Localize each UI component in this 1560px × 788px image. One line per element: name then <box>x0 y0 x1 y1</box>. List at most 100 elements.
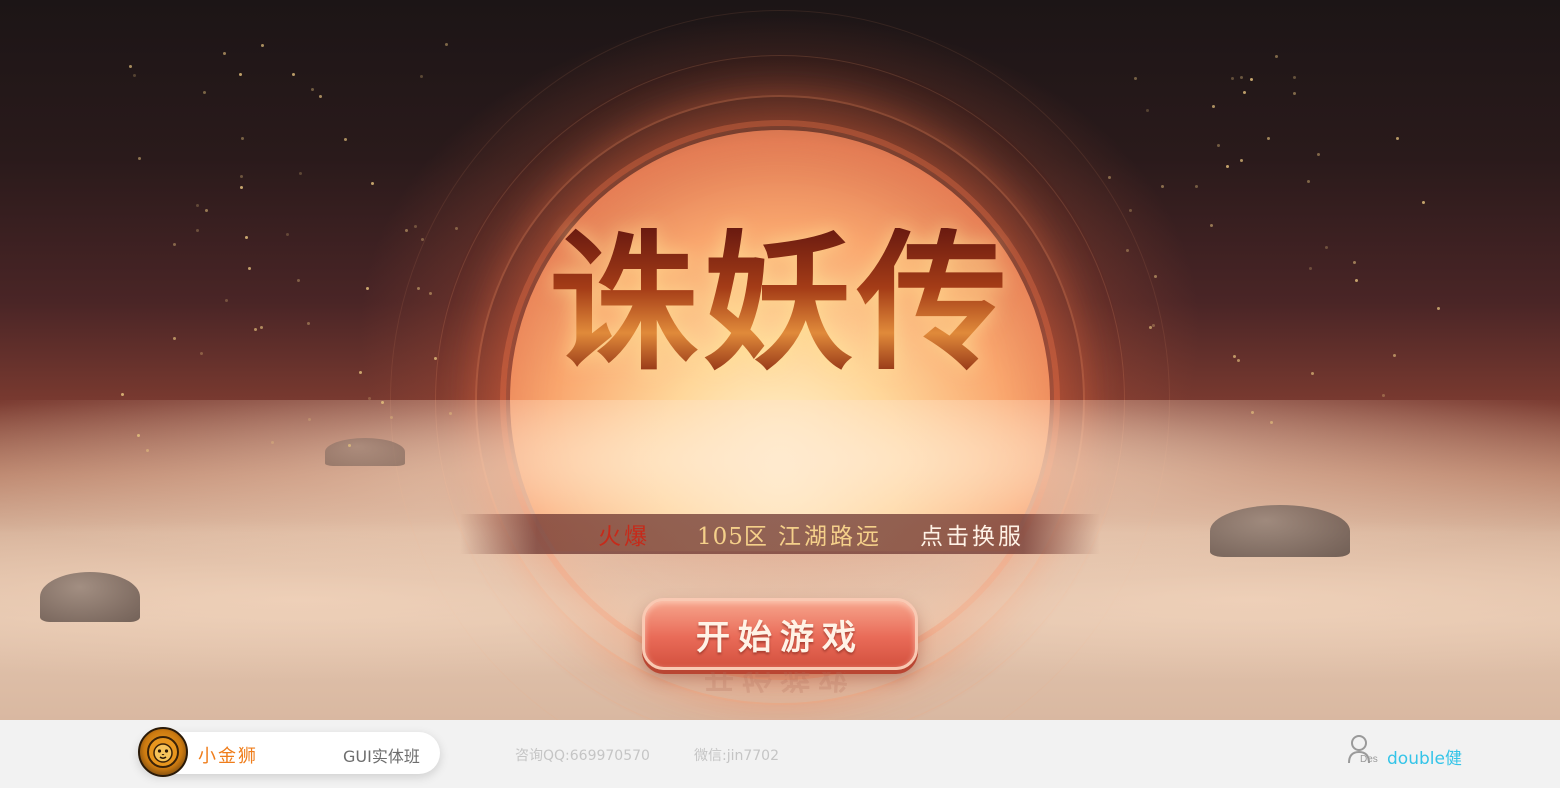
start-button-reflection: 开始游戏 <box>704 672 856 694</box>
sparkle <box>1152 324 1156 328</box>
sparkle <box>366 287 370 291</box>
sparkle <box>1226 165 1229 169</box>
sparkle <box>371 181 375 185</box>
sparkle <box>253 328 257 332</box>
sparkle <box>205 208 209 212</box>
sparkle <box>121 393 124 397</box>
sparkle <box>1108 175 1112 179</box>
sparkle <box>1307 180 1311 184</box>
sparkle <box>239 174 243 178</box>
lion-head-icon <box>138 727 188 777</box>
sparkle <box>428 291 432 295</box>
sparkle <box>1243 90 1247 94</box>
sparkle <box>1324 246 1328 250</box>
sparkle <box>1269 420 1273 424</box>
brand-pill[interactable]: 小金狮 GUI实体班 <box>138 727 440 777</box>
sparkle <box>445 42 449 46</box>
sparkle <box>1133 77 1137 81</box>
sparkle <box>299 172 303 176</box>
rock-right <box>1210 505 1350 557</box>
sparkle <box>419 74 423 78</box>
course-label: GUI实体班 <box>343 747 420 766</box>
sparkle <box>1212 104 1216 108</box>
sparkle <box>132 74 136 78</box>
sparkle <box>172 336 176 340</box>
sparkle <box>260 43 264 47</box>
sparkle <box>260 325 264 329</box>
sparkle <box>1233 355 1237 359</box>
sparkle <box>1317 152 1321 156</box>
sparkle <box>1382 394 1386 398</box>
sparkle <box>347 443 351 447</box>
sparkle <box>416 286 420 290</box>
sparkle <box>1240 76 1244 80</box>
sparkle <box>1395 136 1399 140</box>
sparkle <box>1355 279 1359 283</box>
sparkle <box>310 88 314 92</box>
sparkle <box>420 237 424 241</box>
rock-far <box>325 438 405 466</box>
sparkle <box>1236 358 1240 362</box>
footer-bar: 小金狮 GUI实体班 咨询QQ:669970570 微信:jin7702 Des… <box>0 720 1560 788</box>
server-bar: 火爆 105区 江湖路远 点击换服 <box>460 514 1100 554</box>
switch-server-link[interactable]: 点击换服 <box>920 517 1024 551</box>
sparkle <box>200 352 204 356</box>
sparkle <box>145 448 149 452</box>
sparkle <box>223 52 227 56</box>
sparkle <box>1160 184 1164 188</box>
user-name[interactable]: double健 <box>1387 744 1462 769</box>
sparkle <box>455 227 459 231</box>
sparkle <box>1310 371 1314 375</box>
sparkle <box>1126 249 1130 253</box>
sparkle <box>1194 184 1198 188</box>
qq-contact: 咨询QQ:669970570 <box>515 748 650 764</box>
sparkle <box>1239 159 1243 163</box>
sparkle <box>285 232 289 236</box>
brand-name: 小金狮 <box>198 746 258 767</box>
rock-left <box>40 572 140 622</box>
server-zone: 105区 <box>697 524 768 550</box>
game-login-scene: 诛妖传 火爆 105区 江湖路远 点击换服 开始游戏 开始游戏 <box>0 0 1560 720</box>
sparkle <box>1146 109 1150 113</box>
sparkle <box>1267 136 1271 140</box>
sparkle <box>1153 275 1157 279</box>
sparkle <box>1436 306 1440 310</box>
sparkle <box>1292 92 1296 96</box>
sparkle <box>1250 410 1254 414</box>
server-status-badge: 火爆 <box>598 524 650 550</box>
sparkle <box>292 72 296 76</box>
sparkle <box>1352 261 1356 265</box>
server-zone-name: 江湖路远 <box>778 524 882 550</box>
sparkle <box>1308 266 1312 270</box>
sparkle <box>1422 200 1426 204</box>
sparkle <box>1148 326 1152 330</box>
sparkle <box>343 137 347 141</box>
sparkle <box>245 236 249 240</box>
user-outline-icon[interactable]: Des <box>1347 734 1383 768</box>
sparkle <box>1210 224 1214 228</box>
sparkle <box>225 298 229 302</box>
sparkle <box>1249 77 1253 81</box>
sparkle <box>358 370 362 374</box>
sparkle <box>239 185 243 189</box>
wechat-contact: 微信:jin7702 <box>694 748 779 764</box>
sparkle <box>448 412 452 416</box>
game-logo: 诛妖传 <box>548 215 1012 391</box>
sparkle <box>248 266 252 270</box>
sparkle <box>137 157 141 161</box>
sparkle <box>405 229 409 233</box>
sparkle <box>129 65 133 69</box>
sparkle <box>1293 75 1297 79</box>
sparkle <box>240 136 244 140</box>
start-game-button[interactable]: 开始游戏 <box>642 598 918 670</box>
sparkle <box>1274 54 1278 58</box>
sparkle <box>1129 209 1133 213</box>
sparkle <box>413 225 417 229</box>
user-icon-caption: Des <box>1360 754 1378 765</box>
sparkle <box>297 279 301 283</box>
sparkle <box>1230 76 1234 80</box>
sparkle <box>173 242 177 246</box>
sparkle <box>380 400 384 404</box>
sparkle <box>307 322 311 326</box>
sparkle <box>433 356 437 360</box>
